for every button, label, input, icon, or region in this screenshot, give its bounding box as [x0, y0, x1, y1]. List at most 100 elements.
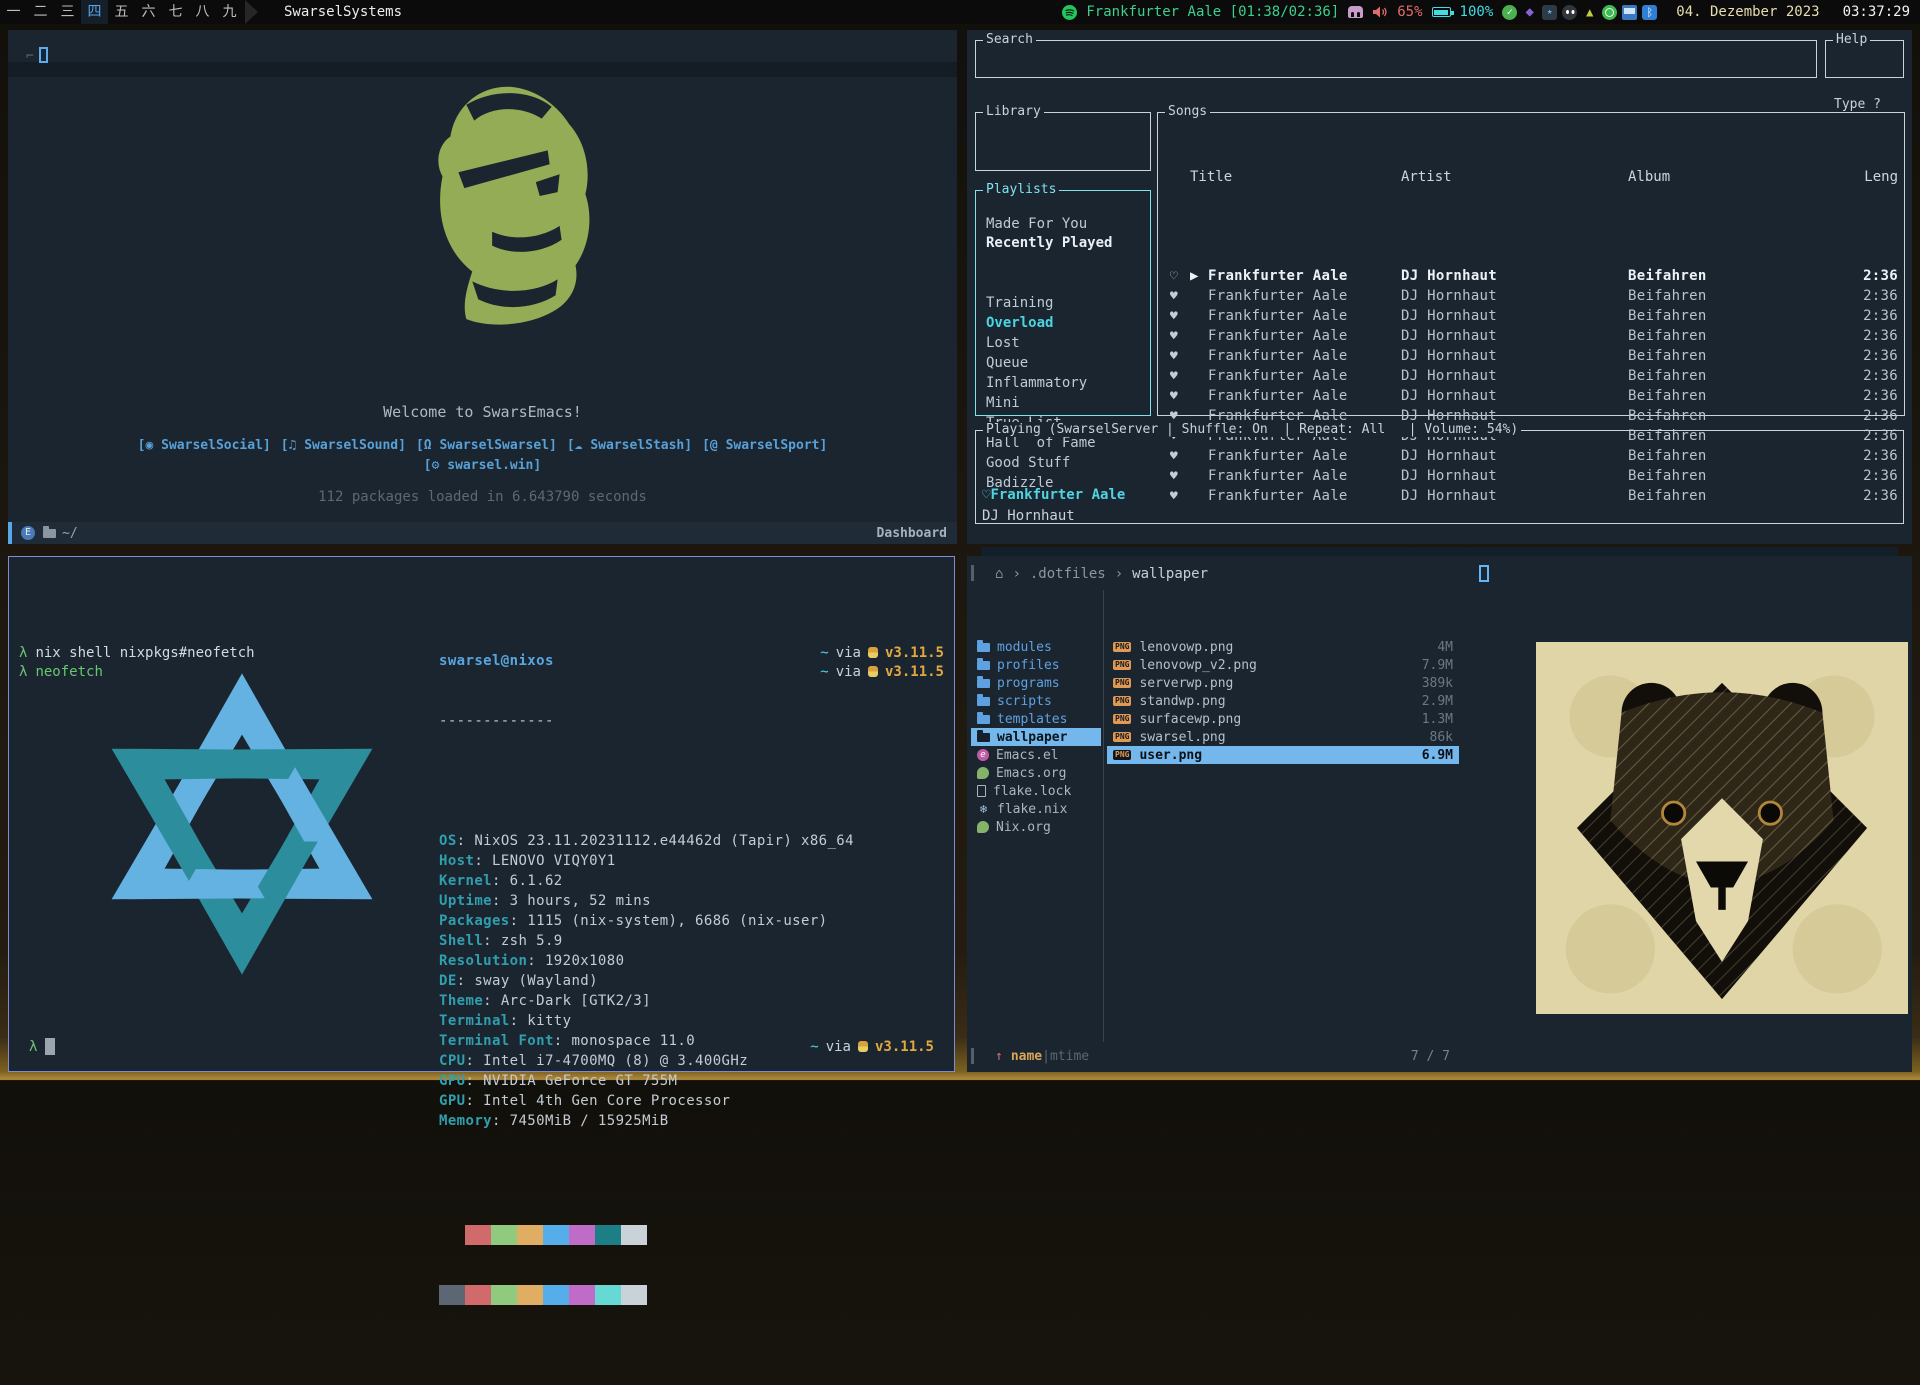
- dashboard: Welcome to SwarsEmacs! [◉ SwarselSocial]…: [8, 45, 957, 522]
- now-playing-status[interactable]: Frankfurter Aale [01:38/02:36]: [1086, 4, 1339, 20]
- link-swarselsport[interactable]: [@ SwarselSport]: [702, 438, 827, 453]
- workspace-list: 一二三四五六七八九: [0, 0, 243, 24]
- file-row[interactable]: PNG standwp.png 2.9M: [1107, 692, 1459, 710]
- breadcrumb-parent[interactable]: .dotfiles: [1030, 566, 1106, 582]
- dir-row[interactable]: flake.lock: [971, 782, 1101, 800]
- song-title: Frankfurter Aale: [1208, 328, 1401, 344]
- link-swarselsound[interactable]: [♫ SwarselSound]: [281, 438, 406, 453]
- buffer-name: Dashboard: [877, 526, 947, 541]
- song-row[interactable]: ♥ Frankfurter Aale DJ Hornhaut Beifahren…: [1158, 386, 1904, 406]
- parent-column: modules profiles programs scripts templa…: [971, 590, 1101, 836]
- info-key: Host: [439, 851, 474, 871]
- sort-alt-field[interactable]: mtime: [1050, 1049, 1089, 1064]
- system-info-row: Packages : 1115 (nix-system), 6686 (nix-…: [439, 911, 854, 931]
- shell-prompt[interactable]: λ ~ via v3.11.5: [29, 1038, 934, 1055]
- link-swarselsocial[interactable]: [◉ SwarselSocial]: [138, 438, 271, 453]
- song-title: Frankfurter Aale: [1208, 288, 1401, 304]
- tray-icon[interactable]: [1582, 5, 1597, 20]
- workspace-button[interactable]: 二: [27, 0, 54, 24]
- liked-heart-icon[interactable]: ♥: [1158, 309, 1190, 324]
- file-name: lenovowp_v2.png: [1139, 658, 1413, 673]
- tray-icon[interactable]: [1642, 5, 1657, 20]
- dir-row[interactable]: profiles: [971, 656, 1101, 674]
- png-badge-icon: PNG: [1113, 678, 1131, 688]
- song-title: Frankfurter Aale: [1208, 308, 1401, 324]
- info-key: Resolution: [439, 951, 527, 971]
- emacs-window: ⌐ Welcome to SwarsEmacs! [◉ SwarselSocia…: [8, 30, 957, 544]
- song-album: Beifahren: [1628, 268, 1846, 284]
- file-type-icon: [977, 785, 986, 797]
- liked-heart-icon[interactable]: ♥: [1158, 369, 1190, 384]
- python-icon: [858, 1041, 868, 1052]
- playlist-item[interactable]: Inflammatory: [978, 373, 1148, 393]
- song-row[interactable]: ♥ Frankfurter Aale DJ Hornhaut Beifahren…: [1158, 286, 1904, 306]
- file-row[interactable]: PNG swarsel.png 86k: [1107, 728, 1459, 746]
- palette-row-bright: [439, 1285, 854, 1305]
- column-length[interactable]: Leng: [1846, 169, 1904, 185]
- workspace-button[interactable]: 九: [216, 0, 243, 24]
- liked-heart-icon[interactable]: ♥: [1158, 329, 1190, 344]
- playlist-item[interactable]: Training: [978, 293, 1148, 313]
- workspace-button[interactable]: 一: [0, 0, 27, 24]
- tray-icon[interactable]: [1602, 5, 1617, 20]
- playlist-item[interactable]: Mini: [978, 393, 1148, 413]
- volume-level[interactable]: 65%: [1397, 4, 1422, 20]
- bridge-icon[interactable]: [1348, 6, 1363, 18]
- liked-heart-icon[interactable]: ♥: [1158, 349, 1190, 364]
- column-artist[interactable]: Artist: [1401, 169, 1628, 185]
- song-row[interactable]: ♡ ▶ Frankfurter Aale DJ Hornhaut Beifahr…: [1158, 266, 1904, 286]
- dir-row[interactable]: Emacs.org: [971, 764, 1101, 782]
- tray-icon[interactable]: [1542, 5, 1557, 20]
- file-row[interactable]: PNG surfacewp.png 1.3M: [1107, 710, 1459, 728]
- link-swarsel-win[interactable]: [⚙ swarsel.win]: [424, 458, 541, 473]
- dir-row[interactable]: flake.nix: [971, 800, 1101, 818]
- workspace-button[interactable]: 六: [135, 0, 162, 24]
- workspace-button[interactable]: 八: [189, 0, 216, 24]
- song-row[interactable]: ♥ Frankfurter Aale DJ Hornhaut Beifahren…: [1158, 346, 1904, 366]
- sort-field[interactable]: name: [1011, 1049, 1042, 1064]
- song-row[interactable]: ♥ Frankfurter Aale DJ Hornhaut Beifahren…: [1158, 366, 1904, 386]
- png-badge-icon: PNG: [1113, 660, 1131, 670]
- liked-heart-icon[interactable]: ♥: [1158, 289, 1190, 304]
- file-row[interactable]: PNG lenovowp_v2.png 7.9M: [1107, 656, 1459, 674]
- workspace-button[interactable]: 三: [54, 0, 81, 24]
- startup-message: 112 packages loaded in 6.643790 seconds: [318, 489, 647, 505]
- dir-row[interactable]: wallpaper: [971, 728, 1101, 746]
- workspace-button[interactable]: 五: [108, 0, 135, 24]
- dir-row[interactable]: programs: [971, 674, 1101, 692]
- liked-heart-icon[interactable]: ♥: [1158, 389, 1190, 404]
- playlist-item[interactable]: Lost: [978, 333, 1148, 353]
- dir-row[interactable]: Emacs.el: [971, 746, 1101, 764]
- dir-row[interactable]: Nix.org: [971, 818, 1101, 836]
- link-swarselstash[interactable]: [☁ SwarselStash]: [567, 438, 692, 453]
- tray-icon[interactable]: [1562, 5, 1577, 20]
- file-row[interactable]: PNG user.png 6.9M: [1107, 746, 1459, 764]
- file-row[interactable]: PNG serverwp.png 389k: [1107, 674, 1459, 692]
- song-row[interactable]: ♥ Frankfurter Aale DJ Hornhaut Beifahren…: [1158, 306, 1904, 326]
- workspace-button[interactable]: 七: [162, 0, 189, 24]
- tray-icon[interactable]: [1522, 5, 1537, 20]
- dir-row[interactable]: scripts: [971, 692, 1101, 710]
- column-title[interactable]: Title: [1190, 169, 1401, 185]
- home-icon[interactable]: ⌂: [995, 566, 1003, 582]
- liked-heart-icon[interactable]: ♡: [1158, 269, 1190, 284]
- song-row[interactable]: ♥ Frankfurter Aale DJ Hornhaut Beifahren…: [1158, 326, 1904, 346]
- help-box-label: Help: [1833, 32, 1870, 47]
- dir-row[interactable]: modules: [971, 638, 1101, 656]
- search-box[interactable]: Search: [975, 40, 1817, 78]
- sort-separator: |: [1042, 1049, 1050, 1064]
- song-title: Frankfurter Aale: [1208, 388, 1401, 404]
- link-swarselswarsel[interactable]: [Ω SwarselSwarsel]: [416, 438, 557, 453]
- playlist-item[interactable]: Overload: [978, 313, 1148, 333]
- column-album[interactable]: Album: [1628, 169, 1846, 185]
- file-row[interactable]: PNG lenovowp.png 4M: [1107, 638, 1459, 656]
- color-swatch: [569, 1225, 595, 1245]
- tray-icon[interactable]: [1502, 5, 1517, 20]
- tray-icon[interactable]: [1622, 5, 1637, 20]
- playlist-item[interactable]: Queue: [978, 353, 1148, 373]
- workspace-button[interactable]: 四: [81, 0, 108, 24]
- sort-direction-icon[interactable]: ↑: [995, 1049, 1003, 1064]
- dir-row[interactable]: templates: [971, 710, 1101, 728]
- current-column: PNG lenovowp.png 4M PNG lenovowp_v2.png …: [1107, 590, 1459, 764]
- nixos-logo: [21, 633, 412, 1019]
